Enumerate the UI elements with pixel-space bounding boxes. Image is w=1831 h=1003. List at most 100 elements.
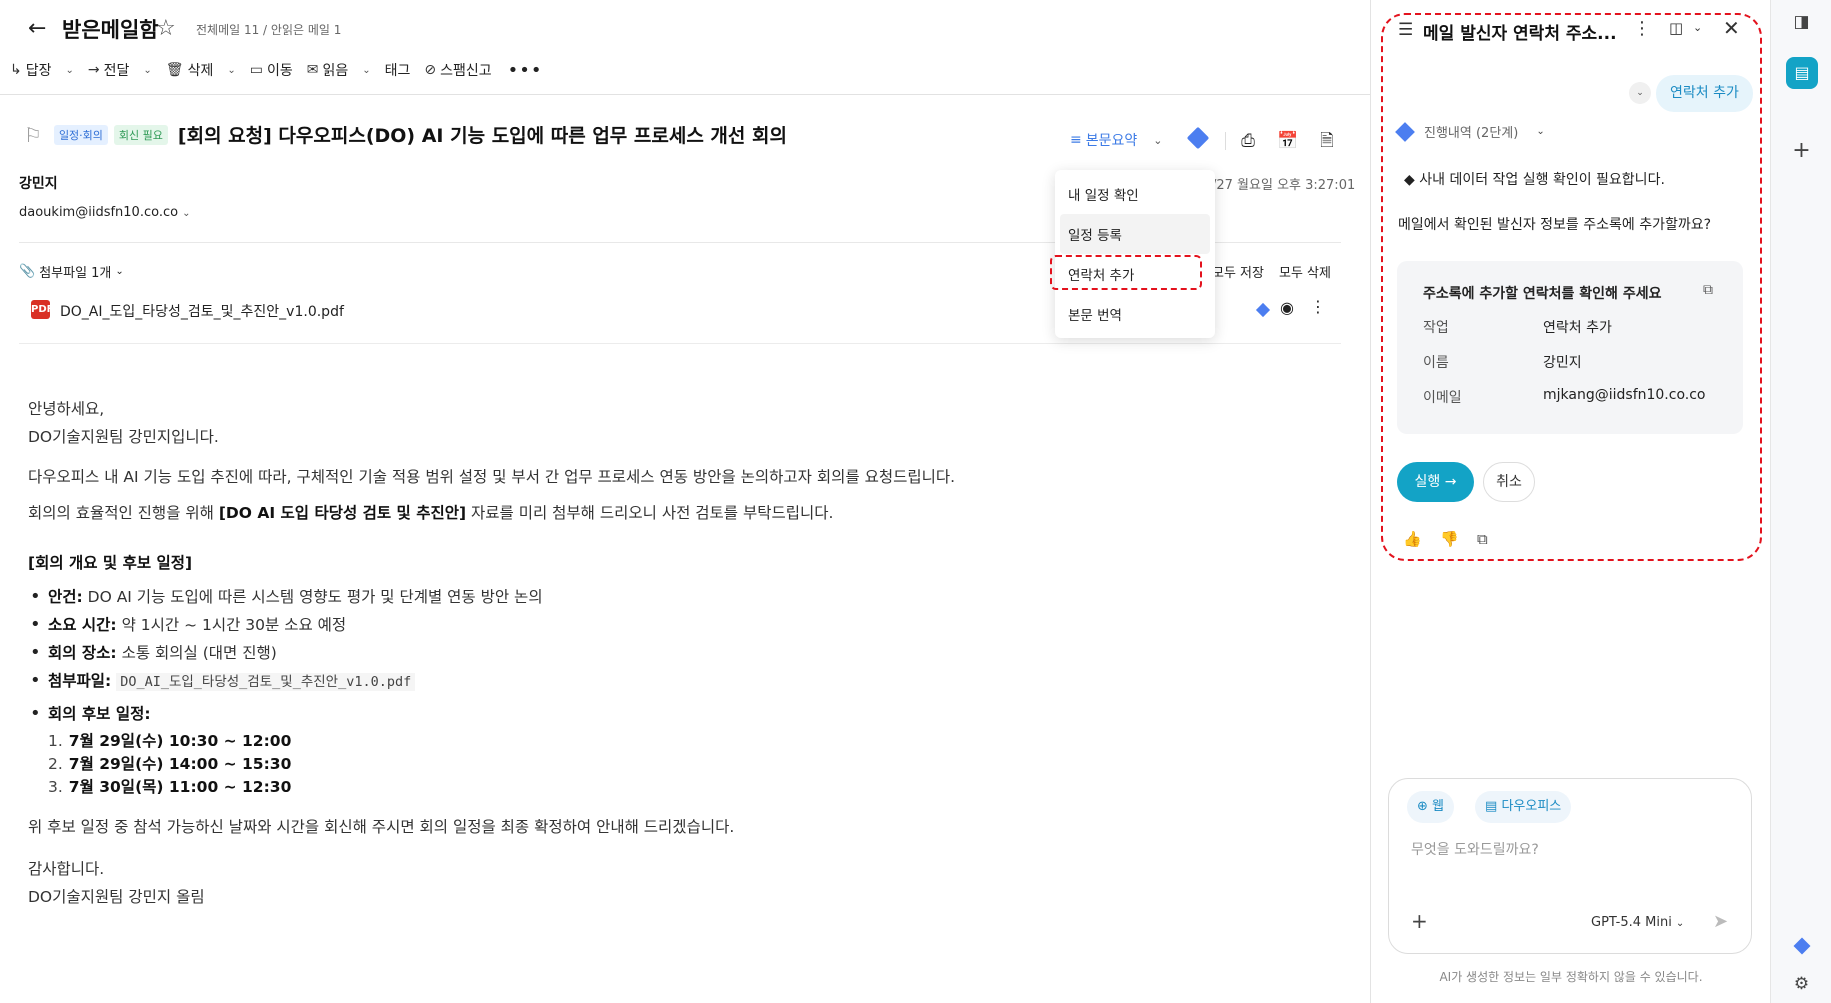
- delete-all-button[interactable]: 모두 삭제: [1279, 262, 1331, 281]
- panel-layout-icon[interactable]: ◫: [1669, 19, 1683, 37]
- web-chip[interactable]: ⊕ 웹: [1407, 791, 1455, 823]
- send-icon[interactable]: ➤: [1713, 911, 1728, 932]
- move-button[interactable]: ▭ 이동: [250, 60, 293, 80]
- chevron-down-icon[interactable]: ⌄: [66, 65, 74, 76]
- file-code-icon[interactable]: 🗎: [1316, 130, 1338, 152]
- ai-panel-header: ☰ 메일 발신자 연락처 주소... ⋮ ◫ ⌄ ✕: [1371, 0, 1771, 60]
- menu-item-my-schedule[interactable]: 내 일정 확인: [1055, 174, 1215, 214]
- trash-icon: 🗑: [165, 62, 184, 78]
- chevron-down-icon[interactable]: ⌄: [182, 208, 190, 219]
- forward-button[interactable]: → 전달 ⌄: [88, 60, 152, 80]
- spam-button[interactable]: ⊘ 스팸신고: [424, 60, 491, 80]
- plus-icon[interactable]: +: [1771, 138, 1831, 163]
- calendar-add-icon[interactable]: 📅: [1277, 130, 1299, 152]
- confirm-required-label: 사내 데이터 작업 실행 확인이 필요합니다.: [1419, 172, 1665, 188]
- read-button[interactable]: ✉ 읽음 ⌄: [307, 60, 371, 80]
- body-thanks: 감사합니다.: [28, 860, 105, 878]
- divider: [1225, 132, 1226, 150]
- spam-label: 스팸신고: [440, 63, 492, 79]
- overview-list: 안건: DO AI 기능 도입에 따른 시스템 영향도 평가 및 단계별 연동 …: [28, 583, 1328, 728]
- row-value-email: mjkang@iidsfn10.co.co: [1543, 387, 1706, 403]
- daouoffice-chip[interactable]: ▤ 다우오피스: [1475, 791, 1572, 823]
- body-paragraph-1: 다우오피스 내 AI 기능 도입 추진에 따라, 구체적인 기술 적용 범위 설…: [28, 468, 956, 486]
- chevron-down-icon[interactable]: ⌄: [115, 266, 123, 277]
- tag-schedule[interactable]: 일정·회의: [53, 124, 108, 145]
- kebab-menu-icon[interactable]: ⋮: [1633, 18, 1651, 39]
- close-icon[interactable]: ✕: [1723, 16, 1740, 40]
- schedule-number: 3.: [48, 778, 63, 796]
- chevron-down-icon[interactable]: ⌄: [143, 65, 151, 76]
- star-icon[interactable]: ☆: [156, 16, 176, 41]
- reply-button[interactable]: ↳ 답장 ⌄: [10, 60, 74, 80]
- reply-icon: ↳: [10, 62, 22, 78]
- building-icon: ▤: [1485, 799, 1498, 814]
- kebab-menu-icon[interactable]: ⋮: [1310, 297, 1326, 316]
- ai-diamond-icon[interactable]: [1255, 302, 1271, 318]
- hamburger-menu-icon[interactable]: ☰: [1398, 20, 1413, 40]
- gear-icon[interactable]: ⚙: [1771, 974, 1831, 994]
- menu-item-add-contact[interactable]: 연락처 추가: [1055, 254, 1215, 294]
- block-icon: ⊘: [424, 62, 437, 78]
- body-signature: DO기술지원팀 강민지 올림: [28, 888, 205, 906]
- mail-topbar: ← 받은메일함 ☆ 전체메일 11 / 안읽은 메일 1 ↳ 답장 ⌄ → 전달…: [0, 0, 1370, 95]
- attachment-file-name[interactable]: DO_AI_도입_타당성_검토_및_추진안_v1.0.pdf: [60, 301, 344, 321]
- chevron-down-icon[interactable]: ⌄: [227, 65, 235, 76]
- ai-diamond-icon[interactable]: [1793, 937, 1811, 955]
- copy-icon[interactable]: ⧉: [1703, 282, 1713, 298]
- copy-icon[interactable]: ⧉: [1477, 530, 1488, 548]
- flag-icon[interactable]: ⚐: [24, 123, 42, 147]
- globe-icon: ⊕: [1417, 799, 1428, 814]
- mail-pane: ← 받은메일함 ☆ 전체메일 11 / 안읽은 메일 1 ↳ 답장 ⌄ → 전달…: [0, 0, 1370, 1003]
- schedule-number: 1.: [48, 732, 63, 750]
- arrow-left-icon[interactable]: ←: [28, 16, 46, 41]
- reply-label: 답장: [25, 63, 52, 79]
- item-code: DO_AI_도입_타당성_검토_및_추진안_v1.0.pdf: [116, 673, 416, 691]
- sender-email[interactable]: daoukim@iidsfn10.co.co ⌄: [19, 205, 190, 220]
- tag-reply-needed[interactable]: 회신 필요: [113, 124, 168, 145]
- contact-confirm-card: 주소록에 추가할 연락처를 확인해 주세요 ⧉ 작업 연락처 추가 이름 강민지…: [1397, 261, 1743, 434]
- chevron-down-icon[interactable]: ⌄: [1629, 82, 1651, 104]
- schedule-text: 7월 29일(수) 10:30 ~ 12:00: [68, 732, 292, 750]
- item-label: 안건:: [48, 588, 83, 606]
- menu-item-translate[interactable]: 본문 번역: [1055, 294, 1215, 334]
- chat-input[interactable]: 무엇을 도와드릴까요?: [1411, 839, 1539, 859]
- print-icon[interactable]: ⎙: [1237, 130, 1259, 152]
- user-message-bubble: 연락처 추가: [1656, 75, 1753, 112]
- preview-eye-icon[interactable]: ◉: [1280, 298, 1294, 317]
- row-label-email: 이메일: [1423, 390, 1462, 406]
- model-selector[interactable]: GPT-5.4 Mini ⌄: [1591, 915, 1684, 930]
- chip-label: 다우오피스: [1501, 799, 1562, 814]
- chevron-down-icon[interactable]: ⌄: [362, 65, 370, 76]
- body-paragraph-3: 위 후보 일정 중 참석 가능하신 날짜와 시간을 회신해 주시면 회의 일정을…: [28, 818, 735, 836]
- tag-label: 태그: [384, 63, 411, 79]
- mail-counts: 전체메일 11 / 안읽은 메일 1: [196, 23, 342, 37]
- item-label: 회의 후보 일정:: [48, 705, 151, 723]
- ai-diamond-icon[interactable]: [1186, 126, 1210, 150]
- tag-button[interactable]: 태그: [385, 60, 411, 80]
- attachment-header[interactable]: 📎 첨부파일 1개 ⌄: [19, 262, 124, 281]
- run-button[interactable]: 실행 →: [1397, 462, 1474, 502]
- schedule-text: 7월 30일(목) 11:00 ~ 12:30: [68, 778, 292, 796]
- chevron-down-icon[interactable]: ⌄: [1153, 134, 1162, 147]
- folder-title: 받은메일함: [62, 18, 159, 42]
- ai-note-icon[interactable]: ▤: [1786, 57, 1818, 89]
- item-label: 회의 장소:: [48, 644, 117, 662]
- sender-email-text: daoukim@iidsfn10.co.co: [19, 205, 179, 220]
- chevron-down-icon[interactable]: ⌄: [1693, 21, 1702, 34]
- plus-icon[interactable]: +: [1411, 909, 1428, 933]
- summary-button[interactable]: ≡ 본문요약 ⌄: [1070, 130, 1162, 150]
- delete-button[interactable]: 🗑 삭제 ⌄: [166, 60, 236, 80]
- more-icon[interactable]: •••: [508, 60, 543, 81]
- body-text: 회의의 효율적인 진행을 위해: [28, 504, 219, 522]
- row-value-task: 연락처 추가: [1543, 320, 1612, 336]
- progress-toggle[interactable]: 진행내역 (2단계) ⌄: [1395, 121, 1545, 142]
- schedule-item: 3. 7월 30일(목) 11:00 ~ 12:30: [48, 776, 1328, 799]
- thumbs-up-icon[interactable]: 👍: [1403, 530, 1422, 548]
- mail-toolbar: ↳ 답장 ⌄ → 전달 ⌄ 🗑 삭제 ⌄ ▭ 이동 ✉ 읽음 ⌄ 태그 ⊘ 스팸…: [10, 58, 543, 82]
- panel-toggle-icon[interactable]: ◨: [1771, 12, 1831, 32]
- cancel-button[interactable]: 취소: [1483, 462, 1535, 502]
- save-all-button[interactable]: 모두 저장: [1212, 262, 1264, 281]
- menu-item-add-schedule[interactable]: 일정 등록: [1060, 214, 1210, 254]
- thumbs-down-icon[interactable]: 👎: [1440, 530, 1459, 548]
- subject-row: ⚐ 일정·회의 회신 필요 [회의 요청] 다우오피스(DO) AI 기능 도입…: [24, 121, 787, 148]
